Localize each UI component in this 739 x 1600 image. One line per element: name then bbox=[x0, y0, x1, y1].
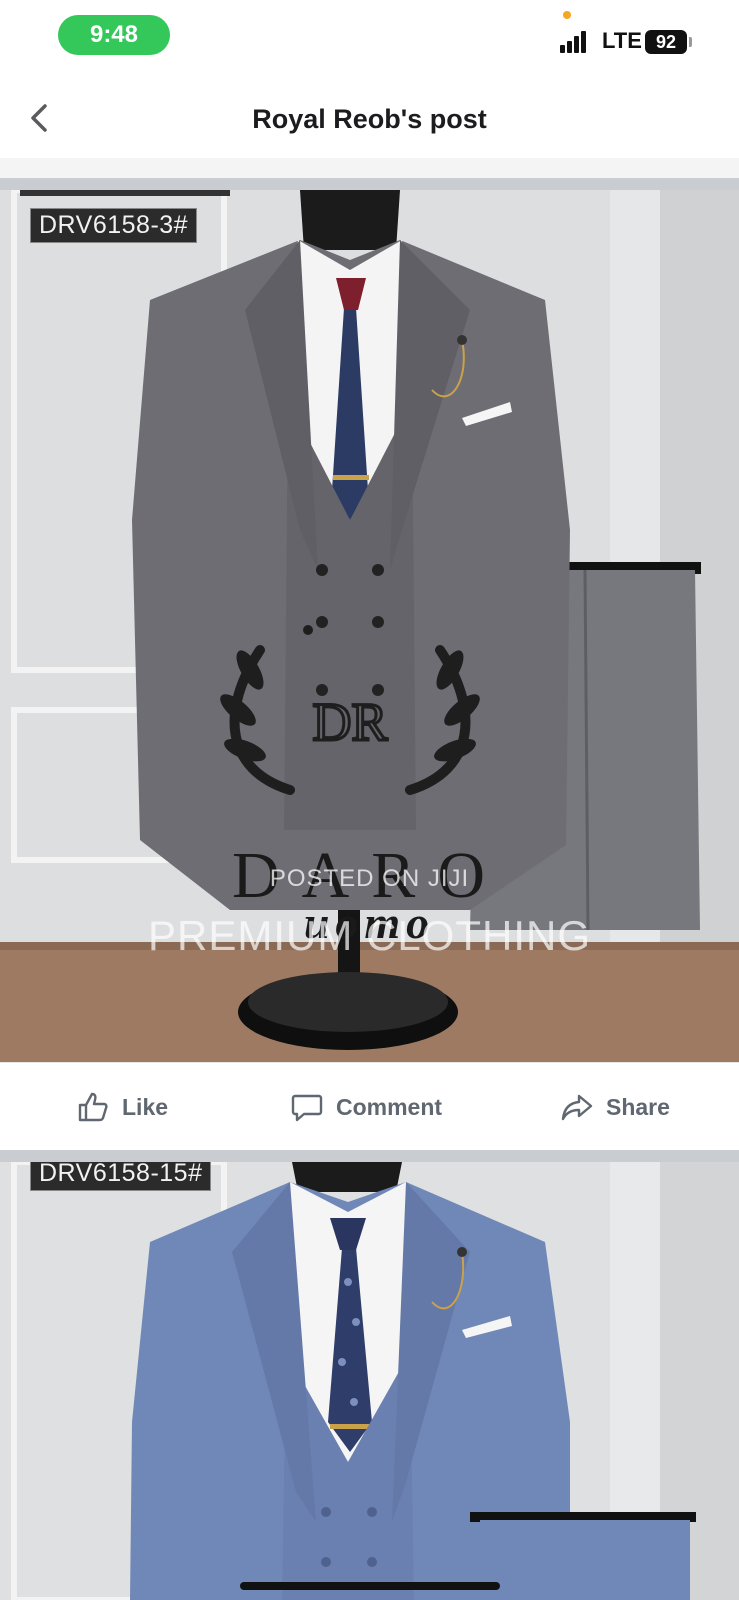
signal-icon bbox=[560, 31, 588, 53]
battery-tip bbox=[689, 37, 692, 47]
share-label: Share bbox=[606, 1093, 670, 1120]
like-thumb-icon bbox=[78, 1092, 108, 1122]
comment-label: Comment bbox=[336, 1093, 443, 1120]
privacy-indicator-dot bbox=[563, 11, 571, 19]
comment-button[interactable]: Comment bbox=[290, 1085, 442, 1129]
network-label: LTE bbox=[602, 28, 642, 53]
like-label: Like bbox=[122, 1093, 169, 1120]
post-divider bbox=[0, 178, 739, 190]
status-time: 9:48 bbox=[58, 15, 170, 55]
page-title: Royal Reob's post bbox=[252, 104, 487, 134]
battery-icon: 92 bbox=[645, 30, 687, 54]
home-indicator bbox=[240, 1582, 500, 1590]
like-button[interactable]: Like bbox=[76, 1085, 168, 1129]
top-nav-bar: Royal Reob's post bbox=[0, 80, 739, 159]
post-photo-blue-suit[interactable]: DRV6158-15# bbox=[0, 1162, 739, 1600]
cropped-text-sliver bbox=[0, 158, 739, 178]
status-bar: 9:48 LTE 92 bbox=[0, 0, 739, 80]
share-arrow-icon bbox=[561, 1094, 593, 1121]
product-code-tag: DRV6158-3# bbox=[30, 208, 198, 243]
product-code-tag: DRV6158-15# bbox=[30, 1162, 212, 1191]
post-action-bar: Like Comment Share bbox=[0, 1062, 739, 1151]
watermark-posted: POSTED ON JIJI bbox=[269, 865, 470, 892]
share-button[interactable]: Share bbox=[560, 1085, 670, 1129]
comment-bubble-icon bbox=[291, 1094, 323, 1122]
post-photo-grey-suit[interactable]: DR DRV6158-3# DARO uomo POSTED ON JIJI P… bbox=[0, 190, 739, 1062]
svg-text:DR: DR bbox=[312, 692, 387, 752]
watermark-premium: PREMIUM CLOTHING bbox=[147, 912, 591, 959]
post-divider bbox=[0, 1150, 739, 1162]
